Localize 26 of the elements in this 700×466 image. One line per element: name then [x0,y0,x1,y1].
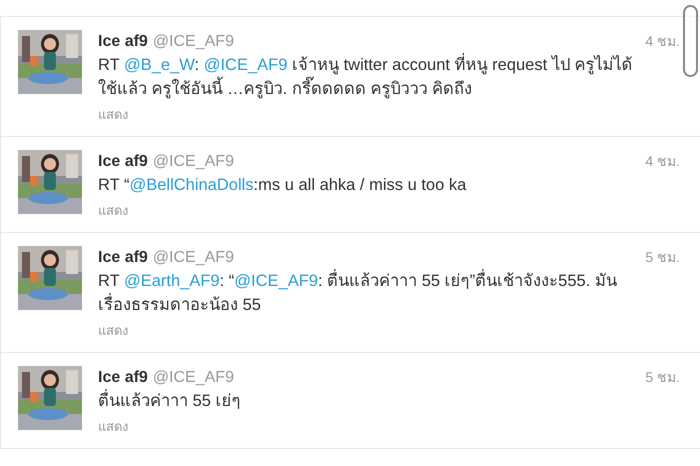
mention-link[interactable]: @ICE_AF9 [204,56,288,74]
expand-link[interactable]: แสดง [98,320,128,341]
timestamp[interactable]: 5 ชม. [645,366,680,388]
user-name[interactable]: Ice af9 [98,369,148,387]
scroll-thumb[interactable] [683,5,698,77]
mention-link[interactable]: @ICE_AF9 [234,272,318,290]
tweet-text: RT @B_e_W: @ICE_AF9 เจ้าหนู twitter account ที่หนู request ไป ครูไม่ได้ใช้แล้ว ครูใช้อันนี้ …ครูบิว. กรี๊ดดดดด ครูบิววว คิดถึง [98,53,636,101]
mention-link[interactable]: @Earth_AF9 [124,272,220,290]
user-handle[interactable]: @ICE_AF9 [152,249,234,267]
user-name[interactable]: Ice af9 [98,33,148,51]
timestamp[interactable]: 5 ชม. [645,246,680,268]
mention-link[interactable]: @BellChinaDolls [129,176,254,194]
timestamp[interactable]: 4 ชม. [645,150,680,172]
user-handle[interactable]: @ICE_AF9 [152,369,234,387]
tweet-text: ตื่นแล้วค่าาา 55 เย่ๆ [98,389,636,413]
user-handle[interactable]: @ICE_AF9 [152,33,234,51]
tweet-text: RT “@BellChinaDolls:ms u all ahka / miss u too ka [98,175,468,196]
user-handle[interactable]: @ICE_AF9 [152,153,234,171]
tweet-text: RT @Earth_AF9: “@ICE_AF9: ตื่นแล้วค่าาา 55 เย่ๆ”ตื่นเช้าจังงะ555. มันเรื่องธรรมดาอะน้อง 55 [98,269,636,317]
expand-link[interactable]: แสดง [98,200,128,221]
user-name[interactable]: Ice af9 [98,249,148,267]
user-name[interactable]: Ice af9 [98,153,148,171]
mention-link[interactable]: @B_e_W [124,56,195,74]
timestamp[interactable]: 4 ชม. [645,30,680,52]
expand-link[interactable]: แสดง [98,416,128,437]
expand-link[interactable]: แสดง [98,104,128,125]
